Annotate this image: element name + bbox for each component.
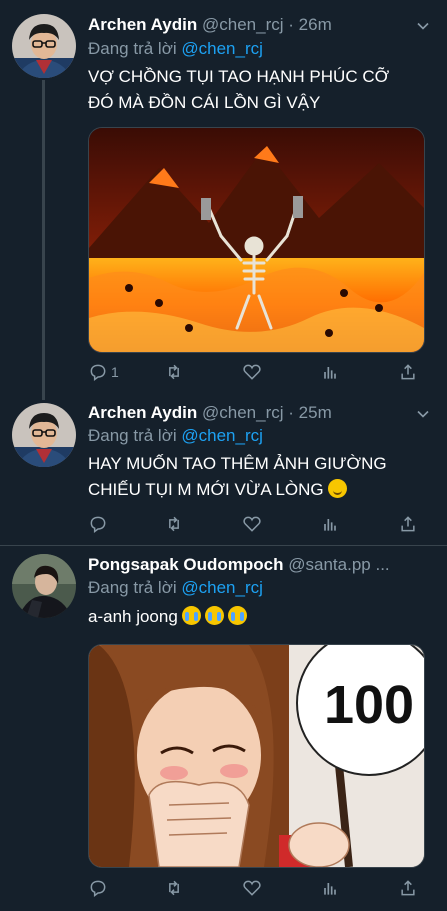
- share-button[interactable]: [398, 512, 418, 536]
- reply-mention-link[interactable]: @chen_rcj: [181, 578, 263, 597]
- reply-mention-link[interactable]: @chen_rcj: [181, 39, 263, 58]
- separator-dot: ·: [288, 403, 294, 422]
- heart-icon: [243, 516, 261, 532]
- replying-to: Đang trả lời @chen_rcj: [88, 38, 263, 60]
- retweet-button[interactable]: [164, 512, 187, 536]
- heart-icon: [243, 364, 261, 380]
- tweet-image[interactable]: [88, 127, 425, 353]
- share-button[interactable]: [398, 360, 418, 384]
- timestamp[interactable]: 26m: [299, 15, 332, 34]
- chevron-down-icon[interactable]: [413, 404, 433, 424]
- loudly-crying-face-icon: [181, 606, 201, 625]
- reply-count: 1: [111, 364, 119, 380]
- reply-button[interactable]: [88, 876, 111, 900]
- replying-to: Đang trả lời @chen_rcj: [88, 425, 263, 447]
- analytics-icon: [324, 883, 336, 895]
- sign-number-text: 100: [324, 675, 414, 735]
- tweet-actions: [88, 512, 423, 536]
- tweet-1[interactable]: Archen Aydin @chen_rcj · 26m Đang trả lờ…: [0, 0, 447, 395]
- analytics-icon: [324, 367, 336, 379]
- replying-to-prefix: Đang trả lời: [88, 426, 177, 445]
- analytics-button[interactable]: [320, 360, 340, 384]
- chevron-down-icon[interactable]: [413, 16, 433, 36]
- tweet-text: VỢ CHỒNG TỤI TAO HẠNH PHÚC CỠ ĐÓ MÀ ĐỒN …: [88, 67, 390, 112]
- like-button[interactable]: [242, 876, 265, 900]
- tweet-header: Archen Aydin @chen_rcj · 25m: [88, 402, 435, 424]
- replying-to-prefix: Đang trả lời: [88, 578, 177, 597]
- avatar[interactable]: [12, 403, 76, 467]
- analytics-icon: [324, 519, 336, 531]
- avatar[interactable]: [12, 14, 76, 78]
- timestamp[interactable]: 25m: [299, 403, 332, 422]
- retweet-icon: [169, 516, 179, 532]
- like-button[interactable]: [242, 360, 265, 384]
- avatar[interactable]: [12, 554, 76, 618]
- author-name[interactable]: Archen Aydin: [88, 403, 197, 422]
- replying-to: Đang trả lời @chen_rcj: [88, 577, 263, 599]
- like-button[interactable]: [242, 512, 265, 536]
- reply-icon: [90, 364, 106, 381]
- tweet-text: a-anh joong: [88, 604, 435, 630]
- loudly-crying-face-icon: [204, 606, 224, 625]
- reply-button[interactable]: 1: [88, 360, 119, 384]
- replying-to-prefix: Đang trả lời: [88, 39, 177, 58]
- share-icon: [401, 516, 415, 532]
- tweet-text: HAY MUỐN TAO THÊM ẢNH GIƯỜNG CHIẾU TỤI M…: [88, 451, 418, 503]
- loudly-crying-face-icon: [227, 606, 247, 625]
- tweet-3[interactable]: Pongsapak Oudompoch @santa.pp ... Đang t…: [0, 546, 447, 911]
- share-icon: [401, 880, 415, 896]
- retweet-icon: [169, 364, 179, 380]
- tweet-actions: 1: [88, 360, 423, 384]
- share-icon: [401, 364, 415, 380]
- author-handle[interactable]: @chen_rcj: [202, 15, 284, 34]
- skeleton-in-hell-image: [89, 128, 424, 352]
- retweet-button[interactable]: [164, 360, 187, 384]
- tweet-2[interactable]: Archen Aydin @chen_rcj · 25m Đang trả lờ…: [0, 395, 447, 545]
- tweet-header: Archen Aydin @chen_rcj · 26m: [88, 14, 435, 36]
- slightly-smiling-face-icon: [327, 479, 347, 498]
- tweet-actions: [88, 876, 423, 900]
- reply-icon: [90, 880, 106, 897]
- author-name[interactable]: Archen Aydin: [88, 15, 197, 34]
- share-button[interactable]: [398, 876, 418, 900]
- author-handle[interactable]: @chen_rcj: [202, 403, 284, 422]
- separator-dot: ·: [288, 15, 294, 34]
- tweet-header: Pongsapak Oudompoch @santa.pp ...: [88, 554, 435, 576]
- analytics-button[interactable]: [320, 512, 340, 536]
- tweet-image[interactable]: 100: [88, 644, 425, 868]
- analytics-button[interactable]: [320, 876, 340, 900]
- reply-mention-link[interactable]: @chen_rcj: [181, 426, 263, 445]
- author-handle[interactable]: @santa.pp ...: [288, 555, 389, 574]
- heart-icon: [243, 880, 261, 896]
- tweet-text-content: a-anh joong: [88, 607, 178, 626]
- retweet-icon: [169, 880, 179, 896]
- reply-button[interactable]: [88, 512, 111, 536]
- retweet-button[interactable]: [164, 876, 187, 900]
- manga-panel-image: 100: [89, 645, 424, 867]
- author-name[interactable]: Pongsapak Oudompoch: [88, 555, 284, 574]
- reply-icon: [90, 516, 106, 533]
